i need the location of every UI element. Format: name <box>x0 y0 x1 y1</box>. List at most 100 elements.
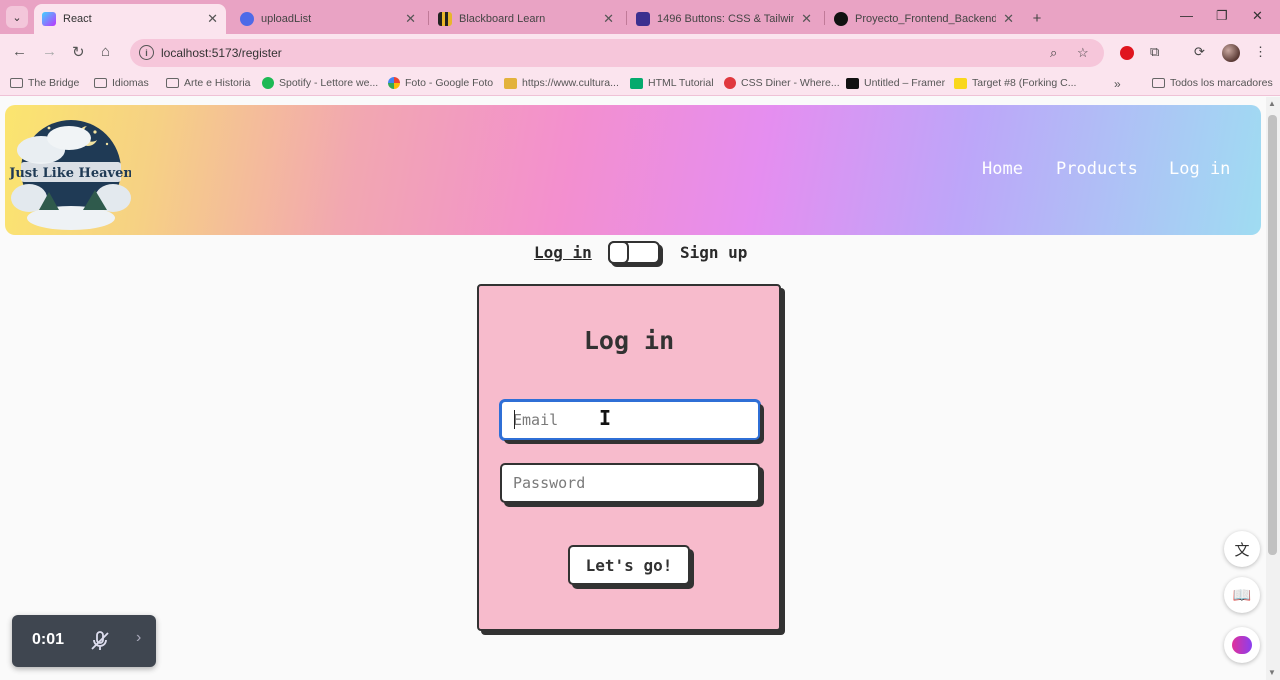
menu-icon[interactable]: ⋮ <box>1254 44 1267 60</box>
tab-blackboard[interactable]: Blackboard Learn ✕ <box>430 4 622 34</box>
folder-icon <box>1152 78 1165 88</box>
forward-icon[interactable]: → <box>42 43 57 60</box>
scroll-up-icon[interactable]: ▲ <box>1268 99 1276 108</box>
all-bookmarks[interactable]: Todos los marcadores <box>1152 77 1273 89</box>
browser-toolbar: ← → ↻ ⌂ i localhost:5173/register ⌕ ☆ ⧉ … <box>0 34 1280 72</box>
tab-github[interactable]: Proyecto_Frontend_Backend_R ✕ <box>826 4 1022 34</box>
cssbattle-icon <box>954 77 967 89</box>
bookmark-label: Todos los marcadores <box>1170 77 1273 89</box>
bookmark-item[interactable]: Spotify - Lettore we... <box>262 77 378 89</box>
bookmark-item[interactable]: https://www.cultura... <box>504 77 619 89</box>
close-icon[interactable]: ✕ <box>1003 11 1014 27</box>
close-icon[interactable]: ✕ <box>405 11 416 27</box>
site-info-icon[interactable]: i <box>139 45 154 60</box>
bookmark-label: Arte e Historia <box>184 77 251 89</box>
scrollbar-thumb[interactable] <box>1268 115 1277 555</box>
window-close-icon[interactable]: ✕ <box>1252 8 1263 24</box>
tab-title: Proyecto_Frontend_Backend_R <box>855 13 997 25</box>
brain-shape <box>1232 636 1252 654</box>
spotify-icon <box>262 77 274 89</box>
opera-icon[interactable] <box>1120 46 1134 60</box>
w3-icon <box>630 77 643 89</box>
password-field[interactable] <box>500 463 760 503</box>
folder-icon <box>94 78 107 88</box>
email-field[interactable] <box>500 400 760 440</box>
app-icon <box>240 12 254 26</box>
text-cursor-icon: I <box>599 406 612 430</box>
url-text[interactable]: localhost:5173/register <box>161 46 282 60</box>
bookmark-item[interactable]: Untitled – Framer <box>846 77 945 89</box>
reader-mode-icon[interactable]: 📖 <box>1224 577 1260 613</box>
back-icon[interactable]: ← <box>12 43 27 60</box>
translate-icon[interactable]: 文 <box>1224 531 1260 567</box>
nav-products-link[interactable]: Products <box>1056 159 1138 179</box>
tab-title: Blackboard Learn <box>459 13 546 25</box>
bookmark-label: https://www.cultura... <box>522 77 619 89</box>
bookmarks-bar: The Bridge Idiomas Arte e Historia Spoti… <box>0 72 1280 96</box>
bookmark-item[interactable]: HTML Tutorial <box>630 77 714 89</box>
tab-separator <box>428 11 429 25</box>
toggle-login-label[interactable]: Log in <box>534 243 592 262</box>
folder-icon <box>10 78 23 88</box>
bookmark-item[interactable]: Foto - Google Foto <box>388 77 493 89</box>
close-icon[interactable]: ✕ <box>207 11 218 27</box>
uiverse-icon <box>636 12 650 26</box>
folder-icon <box>166 78 179 88</box>
bookmark-item[interactable]: CSS Diner - Where... <box>724 77 840 89</box>
scroll-down-icon[interactable]: ▼ <box>1268 668 1276 677</box>
tab-react[interactable]: React ✕ <box>34 4 226 34</box>
bookmark-label: Foto - Google Foto <box>405 77 494 89</box>
sync-icon[interactable]: ⟳ <box>1194 44 1205 60</box>
vite-icon <box>42 12 56 26</box>
logo[interactable]: Just Like Heaven <box>9 110 131 232</box>
tab-search-icon[interactable]: ⌄ <box>6 6 28 28</box>
bookmark-label: CSS Diner - Where... <box>741 77 840 89</box>
restore-icon[interactable]: ❐ <box>1216 8 1228 24</box>
reload-icon[interactable]: ↻ <box>72 43 85 61</box>
bookmark-label: HTML Tutorial <box>648 77 714 89</box>
nav-home-link[interactable]: Home <box>982 159 1023 179</box>
new-tab-icon[interactable]: + <box>1026 7 1048 29</box>
minimize-icon[interactable]: — <box>1180 8 1193 23</box>
logo-text: Just Like Heaven <box>9 166 131 181</box>
tab-uploadlist[interactable]: uploadList ✕ <box>232 4 424 34</box>
submit-button[interactable]: Let's go! <box>568 545 690 585</box>
bookmark-item[interactable]: Idiomas <box>94 77 149 89</box>
login-form: Log in I Let's go! <box>477 284 781 631</box>
auth-toggle: Log in Sign up <box>0 239 1266 267</box>
bookmark-item[interactable]: Target #8 (Forking C... <box>954 77 1076 89</box>
auth-mode-switch[interactable] <box>608 241 660 264</box>
address-bar[interactable]: i localhost:5173/register ⌕ ☆ <box>130 39 1104 67</box>
avatar[interactable] <box>1222 44 1240 62</box>
tab-separator <box>626 11 627 25</box>
bookmark-star-icon[interactable]: ☆ <box>1077 45 1089 61</box>
culture-icon <box>504 77 517 89</box>
extensions-icon[interactable]: ⧉ <box>1150 44 1159 60</box>
screen-recorder-widget: 0:01 › <box>12 615 156 667</box>
close-icon[interactable]: ✕ <box>801 11 812 27</box>
bookmark-label: Target #8 (Forking C... <box>972 77 1077 89</box>
tab-title: uploadList <box>261 13 312 25</box>
close-icon[interactable]: ✕ <box>603 11 614 27</box>
photos-icon <box>388 77 400 89</box>
blackboard-icon <box>438 12 452 26</box>
tab-buttons[interactable]: 1496 Buttons: CSS & Tailwind ✕ <box>628 4 820 34</box>
chevron-right-icon[interactable]: › <box>136 629 141 647</box>
tab-separator <box>824 11 825 25</box>
more-bookmarks-icon[interactable]: » <box>1114 77 1121 91</box>
ai-brain-icon[interactable] <box>1224 627 1260 663</box>
framer-icon <box>846 77 859 89</box>
text-caret <box>514 410 515 429</box>
nav-login-link[interactable]: Log in <box>1169 159 1230 179</box>
bookmark-item[interactable]: Arte e Historia <box>166 77 251 89</box>
bookmark-label: Idiomas <box>112 77 149 89</box>
home-icon[interactable]: ⌂ <box>101 43 110 60</box>
mic-muted-icon[interactable] <box>88 629 112 653</box>
bookmark-item[interactable]: The Bridge <box>10 77 79 89</box>
zoom-icon[interactable]: ⌕ <box>1050 45 1057 61</box>
github-icon <box>834 12 848 26</box>
switch-knob[interactable] <box>608 241 629 264</box>
recording-time: 0:01 <box>32 631 65 648</box>
tab-title: 1496 Buttons: CSS & Tailwind <box>657 13 795 25</box>
toggle-signup-label[interactable]: Sign up <box>680 243 747 262</box>
